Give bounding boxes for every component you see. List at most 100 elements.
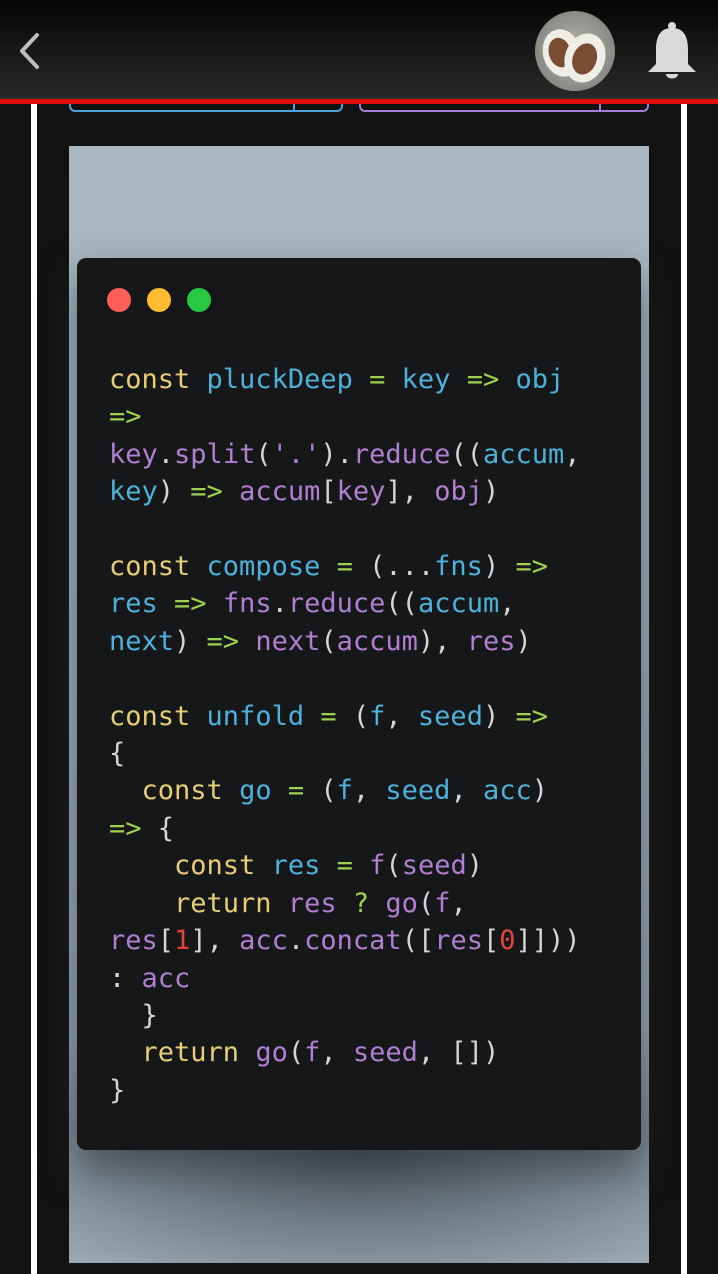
code-token: , []) xyxy=(417,1037,500,1069)
code-token: , xyxy=(450,775,483,807)
code-token: res xyxy=(109,588,158,620)
code-token: go xyxy=(239,775,272,807)
code-token: = xyxy=(336,551,353,583)
code-screenshot-image[interactable]: const pluckDeep = key => obj => key.split(… xyxy=(69,146,649,1263)
code-token: . xyxy=(287,925,305,957)
code-token: obj xyxy=(434,476,483,508)
code-token: [ xyxy=(320,476,337,508)
code-token: acc xyxy=(141,962,191,994)
code-token: => xyxy=(206,625,240,657)
code-line: res => fns.reduce((accum, xyxy=(109,585,581,622)
code-token: compose xyxy=(206,551,321,583)
code-token: f xyxy=(369,700,386,732)
code-token: fns xyxy=(434,551,483,583)
code-token: . xyxy=(271,588,288,620)
code-token: res xyxy=(109,925,158,957)
code-token: reduce xyxy=(352,438,451,470)
code-token: return xyxy=(174,887,272,919)
code-token: [ xyxy=(482,925,500,957)
code-line: key.split('.').reduce((accum, xyxy=(109,436,581,473)
code-token: f xyxy=(369,850,386,882)
code-line: : acc xyxy=(109,960,581,997)
notifications-button[interactable] xyxy=(640,18,704,86)
code-token: ([ xyxy=(401,925,435,957)
code-token: ( xyxy=(304,775,337,807)
code-token: const xyxy=(109,700,191,732)
code-token: ( xyxy=(255,438,272,470)
code-token: { xyxy=(109,738,126,770)
code-block: const pluckDeep = key => obj => key.split(… xyxy=(109,361,581,1109)
close-dot-icon xyxy=(107,288,131,312)
code-line: return res ? go(f, xyxy=(109,885,581,922)
code-line: key) => accum[key], obj) xyxy=(109,473,581,510)
code-token: ). xyxy=(320,438,353,470)
code-token: ? xyxy=(352,887,370,919)
code-token: , xyxy=(499,588,516,620)
code-token: ( xyxy=(417,887,435,919)
back-button[interactable] xyxy=(12,28,46,74)
code-token: key xyxy=(109,476,158,508)
code-token: } xyxy=(109,1074,126,1106)
code-token: ) xyxy=(157,476,191,508)
code-token: accum xyxy=(482,438,565,470)
user-avatar[interactable] xyxy=(535,11,615,91)
code-token: split xyxy=(174,438,256,470)
header-accent-line xyxy=(0,99,718,104)
code-token: accum xyxy=(336,625,418,657)
code-token: => xyxy=(466,364,500,395)
code-token: ( xyxy=(320,625,337,657)
code-token: ) xyxy=(482,700,516,732)
code-token: concat xyxy=(304,925,402,957)
code-token: seed xyxy=(352,1037,418,1069)
code-token: f xyxy=(304,1037,321,1069)
bell-icon xyxy=(648,22,696,79)
code-token: ], xyxy=(385,476,435,508)
code-token: (... xyxy=(352,551,435,583)
code-token: , xyxy=(385,700,418,732)
code-line: const pluckDeep = key => obj xyxy=(109,361,581,398)
code-line: const unfold = (f, seed) => xyxy=(109,698,581,735)
code-line: res[1], acc.concat([res[0]])) xyxy=(109,922,581,959)
code-token: go xyxy=(385,887,418,919)
code-token: (( xyxy=(385,588,418,620)
window-controls xyxy=(107,288,211,312)
code-token: seed xyxy=(401,850,467,882)
code-token: ], xyxy=(190,925,240,957)
code-token: acc xyxy=(482,775,532,807)
code-token: seed xyxy=(385,775,451,807)
code-token: ]])) xyxy=(515,925,581,957)
code-token: accum xyxy=(417,588,500,620)
code-token: ) xyxy=(174,625,207,657)
code-token: obj xyxy=(515,364,565,395)
code-line: const res = f(seed) xyxy=(109,847,581,884)
code-token: key xyxy=(401,364,451,395)
code-token: = xyxy=(336,850,353,882)
code-token: go xyxy=(255,1037,288,1069)
code-token: } xyxy=(109,999,158,1031)
code-token: => xyxy=(174,588,207,620)
code-token: [ xyxy=(157,925,175,957)
code-token: = xyxy=(369,364,386,395)
code-line: const go = (f, seed, acc) xyxy=(109,772,581,809)
post-border-right xyxy=(681,104,687,1274)
code-token: ) xyxy=(515,625,532,657)
code-token: , xyxy=(564,438,581,470)
code-token: ) xyxy=(482,551,516,583)
code-token: = xyxy=(320,700,337,732)
